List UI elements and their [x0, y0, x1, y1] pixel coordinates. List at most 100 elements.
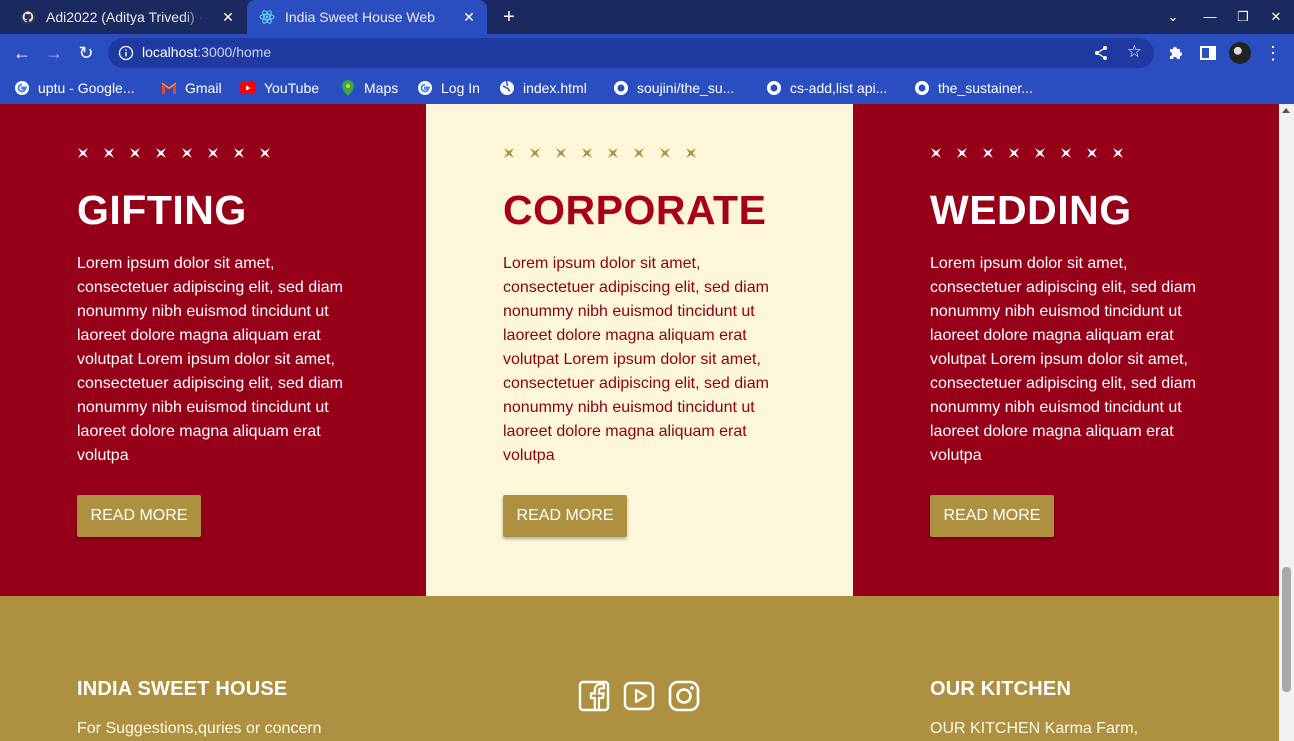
- section-title: WEDDING: [930, 187, 1132, 233]
- bookmark-uptu[interactable]: uptu - Google...: [14, 78, 135, 98]
- reload-icon[interactable]: ↻: [75, 42, 97, 64]
- star-icon: [181, 146, 193, 158]
- page-viewport: GIFTING Lorem ipsum dolor sit amet, cons…: [0, 104, 1279, 741]
- star-icon: [1060, 146, 1072, 158]
- tab-title: Adi2022 (Aditya Trivedi) · G: [46, 9, 206, 25]
- star-icon: [77, 146, 89, 158]
- bookmark-label: Gmail: [185, 80, 222, 96]
- star-icon: [103, 146, 115, 158]
- decorative-stars: [77, 146, 271, 158]
- google-icon: [14, 80, 30, 96]
- bookmark-label: YouTube: [264, 80, 320, 96]
- section-body: Lorem ipsum dolor sit amet, consectetuer…: [77, 255, 343, 464]
- read-more-button[interactable]: READ MORE: [930, 495, 1054, 537]
- section-body: Lorem ipsum dolor sit amet, consectetuer…: [503, 255, 769, 464]
- section-corporate: CORPORATE Lorem ipsum dolor sit amet, co…: [426, 104, 853, 596]
- page-scrollbar[interactable]: [1279, 104, 1294, 741]
- react-icon: [259, 9, 275, 25]
- star-icon: [685, 146, 697, 158]
- scrollbar-thumb[interactable]: [1282, 567, 1291, 692]
- github-icon: [613, 80, 629, 96]
- bookmark-label: index.html: [523, 80, 587, 96]
- github-icon: [914, 80, 930, 96]
- star-icon: [207, 146, 219, 158]
- section-title: CORPORATE: [503, 187, 767, 233]
- decorative-stars: [503, 146, 697, 158]
- bookmark-the-sustainer[interactable]: the_sustainer...: [914, 78, 1033, 98]
- section-title: GIFTING: [77, 187, 247, 233]
- share-icon[interactable]: [1092, 44, 1110, 62]
- restore-icon[interactable]: ❐: [1232, 6, 1254, 28]
- url-text: localhost:3000/home: [142, 44, 271, 60]
- star-icon: [1034, 146, 1046, 158]
- read-more-button[interactable]: READ MORE: [503, 495, 627, 537]
- bookmark-star-icon[interactable]: ☆: [1127, 42, 1142, 62]
- star-icon: [503, 146, 515, 158]
- bookmark-maps[interactable]: Maps: [340, 78, 398, 98]
- star-icon: [1086, 146, 1098, 158]
- star-icon: [607, 146, 619, 158]
- star-icon: [956, 146, 968, 158]
- close-window-icon[interactable]: ✕: [1265, 6, 1287, 28]
- star-icon: [555, 146, 567, 158]
- scroll-up-arrow-icon[interactable]: [1282, 108, 1290, 113]
- tab-title: India Sweet House Web: [285, 9, 435, 25]
- section-gifting: GIFTING Lorem ipsum dolor sit amet, cons…: [0, 104, 426, 596]
- close-icon[interactable]: ✕: [461, 9, 477, 25]
- chevron-down-icon[interactable]: ⌄: [1162, 6, 1184, 28]
- bookmark-gmail[interactable]: Gmail: [161, 78, 222, 98]
- bookmark-label: soujini/the_su...: [637, 80, 735, 96]
- bookmark-label: Log In: [441, 80, 480, 96]
- site-footer: INDIA SWEET HOUSE For Suggestions,quries…: [0, 596, 1279, 741]
- tab-india-sweet-house[interactable]: India Sweet House Web ✕: [247, 0, 487, 34]
- bookmark-youtube[interactable]: YouTube: [240, 78, 319, 98]
- tab-github[interactable]: Adi2022 (Aditya Trivedi) · G ✕: [8, 0, 246, 34]
- url-path: :3000/home: [197, 44, 272, 60]
- tab-strip: Adi2022 (Aditya Trivedi) · G ✕ India Swe…: [0, 0, 1294, 34]
- globe-icon: [499, 80, 515, 96]
- facebook-icon[interactable]: [578, 680, 610, 712]
- youtube-icon[interactable]: [623, 680, 655, 712]
- bookmark-cs-add[interactable]: cs-add,list api...: [766, 78, 887, 98]
- google-icon: [417, 80, 433, 96]
- star-icon: [259, 146, 271, 158]
- more-menu-icon[interactable]: ⋮: [1263, 43, 1283, 63]
- bookmark-login[interactable]: Log In: [417, 78, 480, 98]
- footer-brand-title: INDIA SWEET HOUSE: [77, 678, 288, 700]
- bookmark-label: cs-add,list api...: [790, 80, 888, 96]
- extensions-puzzle-icon[interactable]: [1166, 43, 1186, 63]
- section-body: Lorem ipsum dolor sit amet, consectetuer…: [930, 255, 1196, 464]
- profile-avatar[interactable]: [1229, 42, 1251, 64]
- info-icon[interactable]: [118, 45, 134, 61]
- github-icon: [766, 80, 782, 96]
- star-icon: [930, 146, 942, 158]
- star-icon: [1112, 146, 1124, 158]
- address-bar[interactable]: localhost:3000/home ☆: [108, 38, 1154, 68]
- forward-arrow-icon[interactable]: →: [43, 42, 65, 64]
- footer-kitchen-address: OUR KITCHEN Karma Farm,: [930, 720, 1139, 737]
- youtube-icon: [240, 80, 256, 96]
- back-arrow-icon[interactable]: ←: [11, 42, 33, 64]
- star-icon: [581, 146, 593, 158]
- star-icon: [129, 146, 141, 158]
- instagram-icon[interactable]: [668, 680, 700, 712]
- side-panel-icon[interactable]: [1198, 43, 1218, 63]
- new-tab-icon[interactable]: +: [498, 6, 520, 28]
- github-icon: [20, 9, 36, 25]
- minimize-icon[interactable]: —: [1199, 6, 1221, 28]
- browser-toolbar: ← → ↻ localhost:3000/home ☆ ⋮: [0, 34, 1294, 72]
- section-wedding: WEDDING Lorem ipsum dolor sit amet, cons…: [853, 104, 1279, 596]
- bookmark-label: the_sustainer...: [938, 80, 1033, 96]
- star-icon: [155, 146, 167, 158]
- star-icon: [982, 146, 994, 158]
- bookmark-soujini[interactable]: soujini/the_su...: [613, 78, 734, 98]
- star-icon: [233, 146, 245, 158]
- bookmark-index-html[interactable]: index.html: [499, 78, 587, 98]
- url-host: localhost: [142, 44, 198, 60]
- star-icon: [633, 146, 645, 158]
- bookmarks-bar: uptu - Google... Gmail YouTube Maps Log …: [0, 72, 1294, 104]
- decorative-stars: [930, 146, 1124, 158]
- star-icon: [659, 146, 671, 158]
- read-more-button[interactable]: READ MORE: [77, 495, 201, 537]
- close-icon[interactable]: ✕: [220, 9, 236, 25]
